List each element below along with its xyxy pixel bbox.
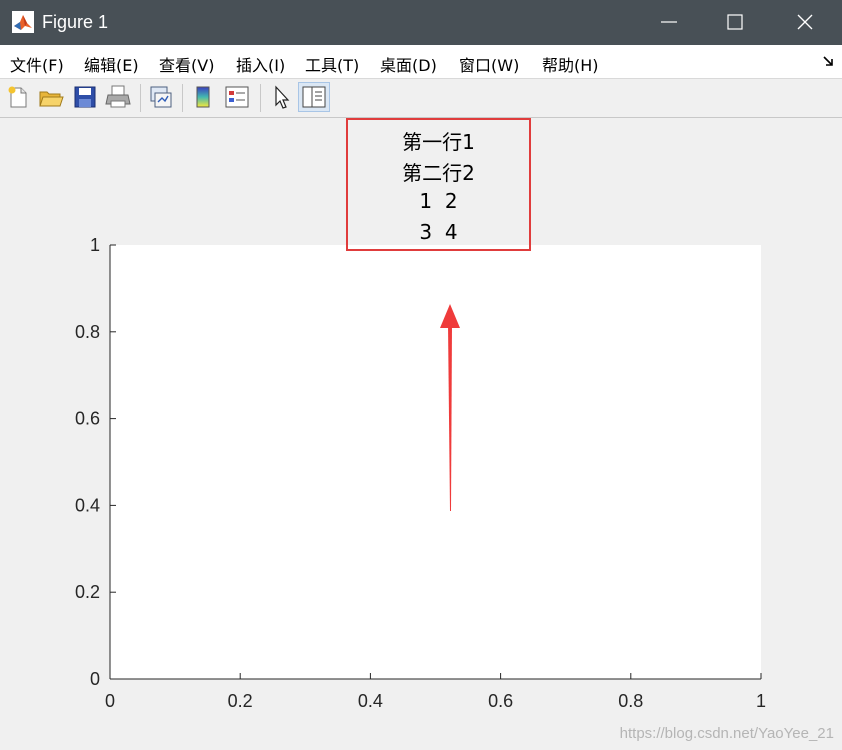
maximize-button[interactable]	[702, 0, 768, 45]
minimize-button[interactable]	[636, 0, 702, 45]
y-tick-label: 0.2	[75, 582, 100, 602]
menu-bar: 文件(F) 编辑(E) 查看(V) 插入(I) 工具(T) 桌面(D) 窗口(W…	[0, 45, 842, 79]
x-tick-label: 0	[105, 691, 115, 711]
x-tick-label: 0.6	[488, 691, 513, 711]
legend-button[interactable]	[224, 84, 250, 110]
watermark-text: https://blog.csdn.net/YaoYee_21	[619, 725, 834, 742]
minimize-icon	[661, 21, 677, 23]
menu-edit[interactable]: 编辑(E)	[84, 52, 139, 76]
print-button[interactable]	[105, 84, 131, 110]
save-button[interactable]	[72, 84, 98, 110]
menu-file[interactable]: 文件(F)	[10, 52, 64, 76]
toolbar-separator	[140, 84, 141, 112]
axes-background	[110, 245, 761, 679]
link-plot-button[interactable]	[148, 84, 174, 110]
print-icon	[105, 85, 131, 108]
open-file-button[interactable]	[38, 84, 64, 110]
dock-arrow-icon[interactable]	[822, 54, 836, 68]
title-line-3: 1 2	[419, 189, 458, 213]
open-file-icon	[39, 91, 64, 107]
property-editor-icon	[302, 86, 326, 108]
toolbar-separator	[182, 84, 183, 112]
figure-canvas[interactable]: 0 0.2 0.4 0.6 0.8 1 0 0.2 0.4 0.6 0.8 1 第一行1 第二行2 1…	[0, 118, 842, 750]
y-tick-label: 0	[90, 669, 100, 689]
x-tick-label: 0.2	[228, 691, 253, 711]
x-tick-label: 0.8	[618, 691, 643, 711]
colorbar-button[interactable]	[190, 84, 216, 110]
x-tick-label: 0.4	[358, 691, 383, 711]
new-figure-button[interactable]	[5, 84, 31, 110]
matlab-app-icon	[12, 11, 34, 33]
y-tick-label: 1	[90, 235, 100, 255]
title-line-4: 3 4	[419, 220, 458, 244]
x-tick-label: 1	[756, 691, 766, 711]
toolbar-separator	[260, 84, 261, 112]
menu-window[interactable]: 窗口(W)	[459, 52, 519, 76]
save-icon	[74, 86, 96, 108]
colorbar-icon	[196, 86, 210, 108]
y-tick-label: 0.8	[75, 322, 100, 342]
close-button[interactable]	[772, 0, 838, 45]
title-line-1: 第一行1	[402, 130, 475, 154]
menu-view[interactable]: 查看(V)	[159, 52, 214, 76]
legend-icon	[225, 86, 249, 108]
new-figure-icon	[8, 86, 27, 108]
y-tick-label: 0.6	[75, 409, 100, 429]
menu-desktop[interactable]: 桌面(D)	[380, 52, 437, 76]
link-plot-icon	[150, 86, 172, 108]
highlight-box: 第一行1 第二行2 1 2 3 4	[346, 118, 531, 251]
close-icon	[797, 14, 813, 30]
y-tick-label: 0.4	[75, 495, 100, 515]
menu-tools[interactable]: 工具(T)	[305, 52, 359, 76]
window-title: Figure 1	[42, 12, 109, 32]
maximize-icon	[727, 14, 743, 30]
pointer-icon	[275, 85, 290, 109]
window-titlebar[interactable]: Figure 1	[0, 0, 842, 45]
menu-help[interactable]: 帮助(H)	[542, 52, 599, 76]
pointer-button[interactable]	[268, 84, 294, 110]
figure-toolbar	[0, 79, 842, 118]
property-editor-button[interactable]	[298, 82, 330, 112]
title-line-2: 第二行2	[402, 161, 475, 185]
menu-insert[interactable]: 插入(I)	[236, 52, 285, 76]
